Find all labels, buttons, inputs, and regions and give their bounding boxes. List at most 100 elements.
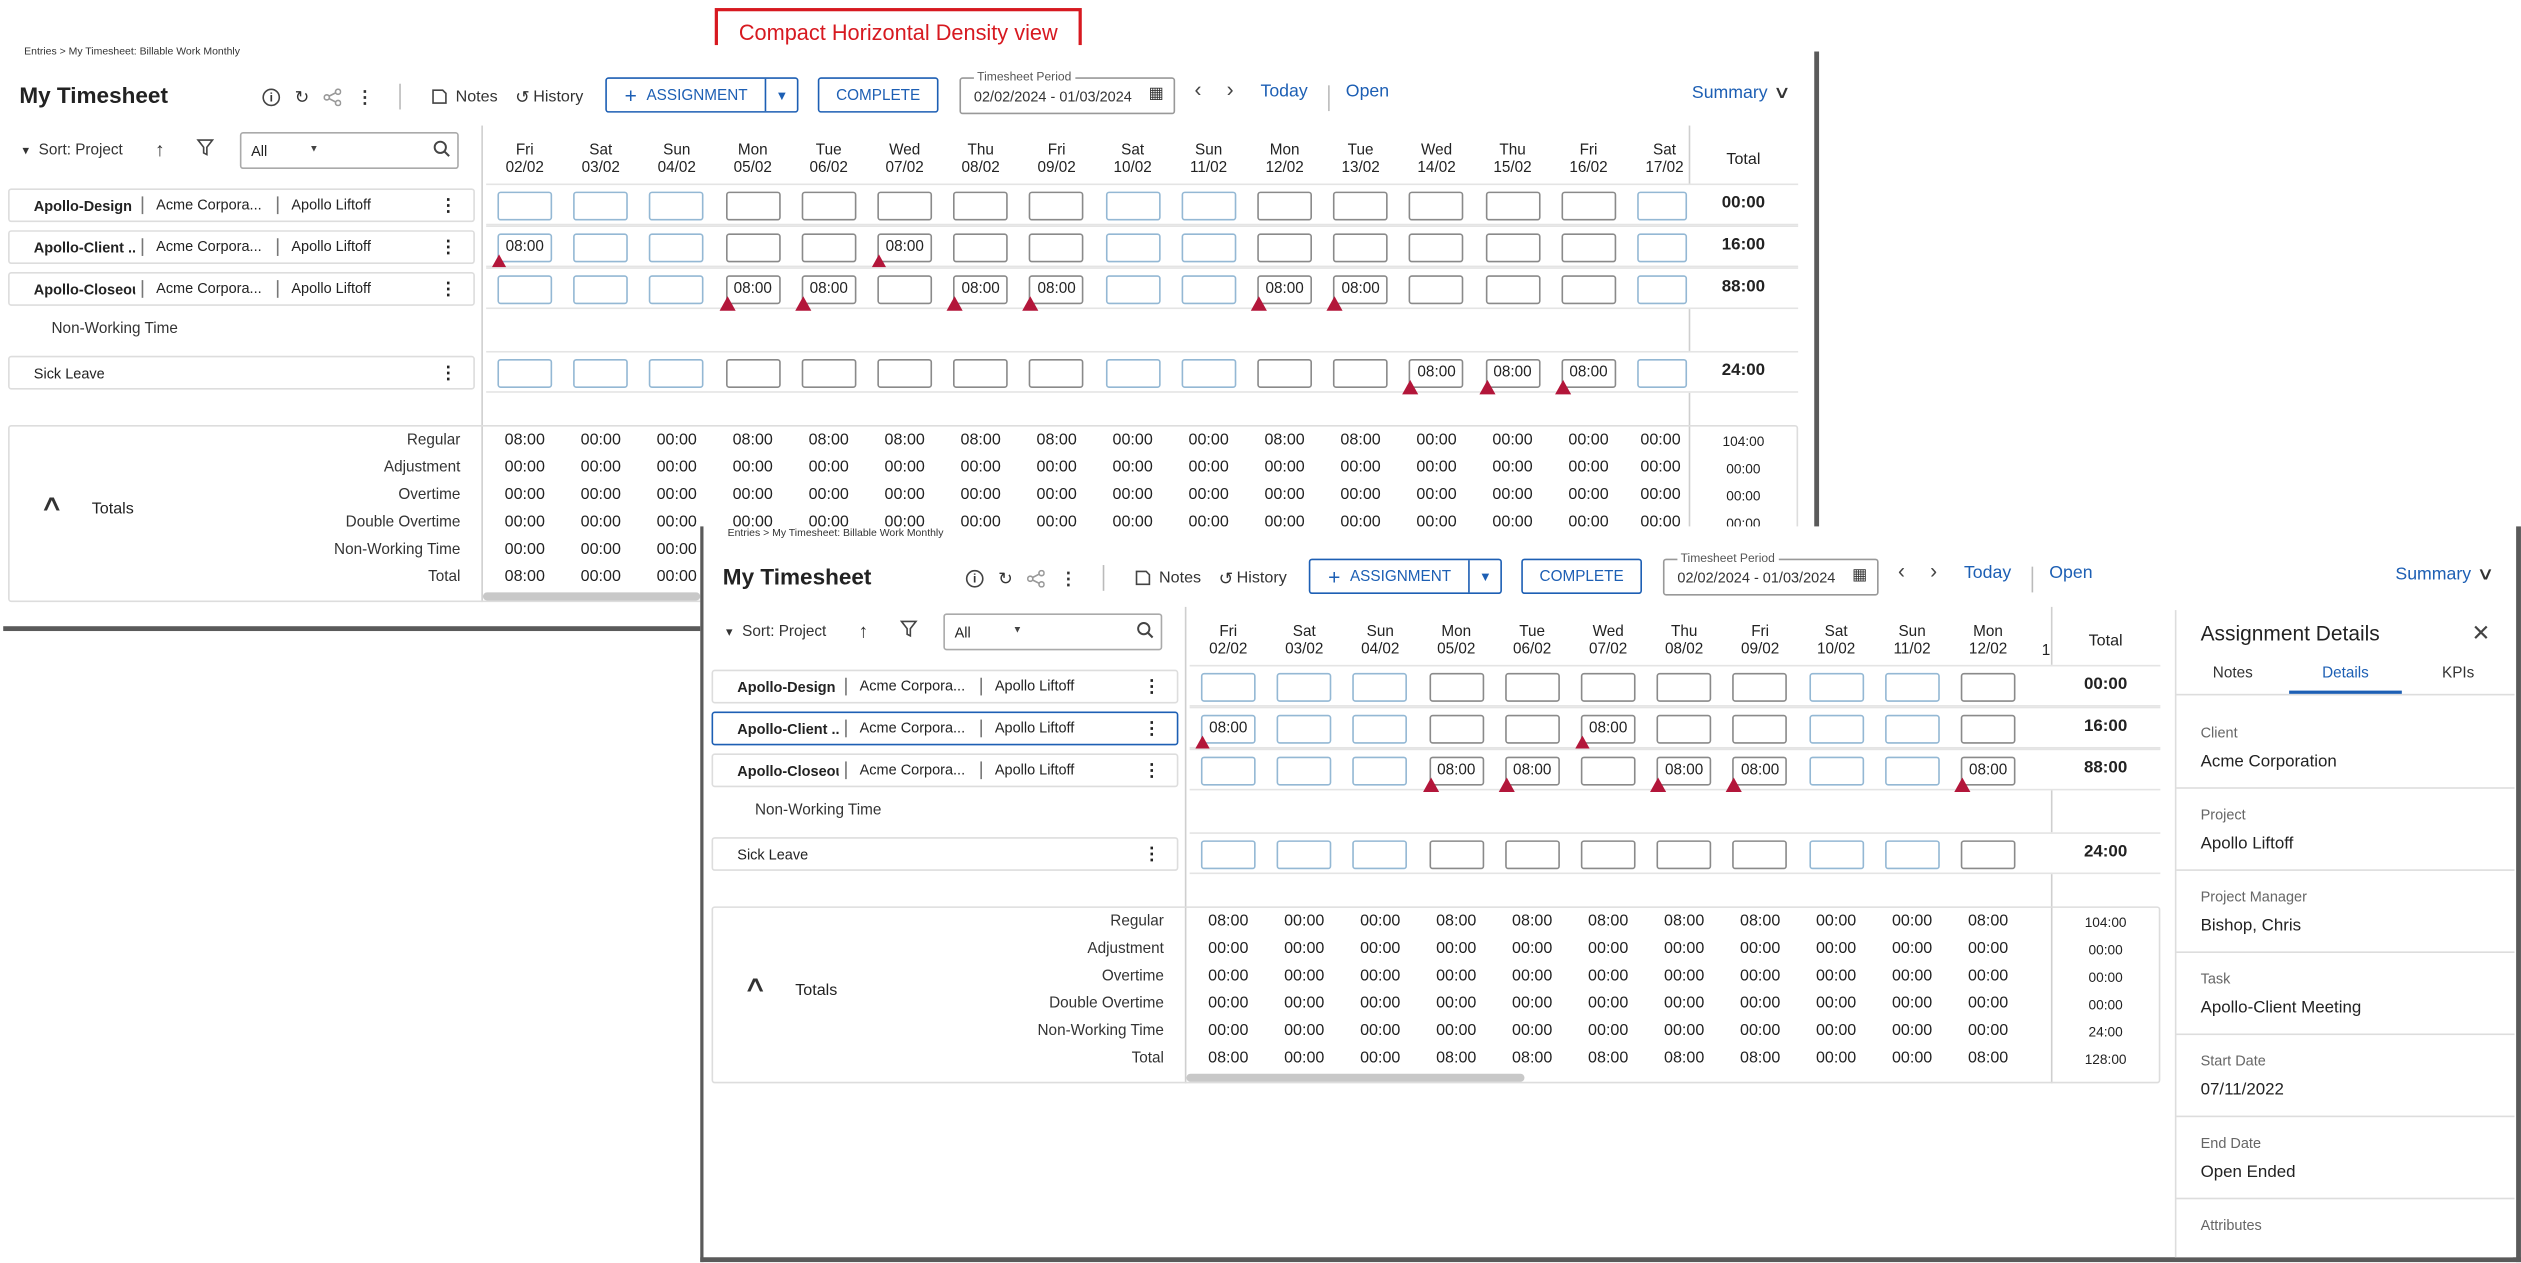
tab-kpis[interactable]: KPIs (2402, 655, 2515, 694)
time-entry-input[interactable]: 08:00 (1402, 358, 1464, 395)
time-entry-input[interactable]: 08:00 (1650, 756, 1712, 793)
assignment-row[interactable]: Apollo-Client ... Acme Corpora... Apollo L… (8, 230, 475, 265)
complete-button[interactable]: COMPLETE (1521, 558, 1642, 595)
time-entry-input[interactable] (1637, 191, 1688, 221)
time-entry-input[interactable] (1352, 672, 1408, 702)
time-entry-input[interactable] (1884, 672, 1940, 702)
info-icon[interactable]: i (965, 569, 984, 587)
time-entry-input[interactable]: 08:00 (1574, 714, 1636, 751)
time-entry-input[interactable] (649, 275, 705, 305)
time-entry-input[interactable] (1352, 714, 1408, 744)
history-button[interactable]: ↺ History (515, 79, 583, 114)
row-menu-icon[interactable]: ⋮ (1143, 845, 1161, 864)
time-entry-input[interactable]: 08:00 (1194, 714, 1256, 751)
sort-control[interactable]: ▾ Sort: Project ↑ (23, 138, 215, 161)
time-entry-input[interactable] (1181, 275, 1236, 305)
row-menu-icon[interactable]: ⋮ (1143, 761, 1161, 780)
time-entry-input[interactable] (1808, 672, 1864, 702)
assignment-row[interactable]: Apollo-Closeout Acme Corpora... Apollo Lif… (8, 272, 475, 306)
today-link[interactable]: Today (1260, 82, 1307, 101)
horizontal-scrollbar[interactable] (1186, 1073, 1525, 1082)
assignment-main[interactable]: + ASSIGNMENT (1310, 560, 1471, 593)
row-menu-icon[interactable]: ⋮ (439, 364, 457, 383)
assignment-row[interactable]: Apollo-Client ... Acme Corpora... Apollo L… (711, 711, 1179, 746)
time-entry-input[interactable] (1580, 840, 1636, 870)
time-entry-input[interactable]: 08:00 (794, 275, 857, 311)
time-entry-input[interactable] (1200, 756, 1256, 786)
time-entry-input[interactable] (1808, 756, 1864, 786)
assignment-main[interactable]: + ASSIGNMENT (607, 78, 767, 112)
calendar-icon[interactable]: ▦ (1852, 567, 1867, 585)
time-entry-input[interactable] (1960, 840, 2016, 870)
tab-notes[interactable]: Notes (2176, 655, 2289, 694)
open-status-link[interactable]: Open (2049, 563, 2092, 582)
time-entry-input[interactable] (1105, 358, 1161, 388)
time-entry-input[interactable]: 08:00 (946, 275, 1009, 311)
notes-button[interactable]: Notes (431, 79, 498, 114)
sort-dropdown-icon[interactable]: ▾ (23, 142, 29, 156)
time-entry-input[interactable] (1637, 233, 1688, 263)
time-entry-input[interactable]: 08:00 (1326, 275, 1388, 311)
time-entry-input[interactable] (1200, 840, 1256, 870)
time-entry-input[interactable] (1732, 714, 1788, 744)
time-entry-input[interactable] (1409, 191, 1464, 221)
time-entry-input[interactable] (1105, 233, 1161, 263)
refresh-icon[interactable]: ↻ (295, 86, 310, 107)
search-icon[interactable] (433, 140, 451, 163)
collapse-totals-icon[interactable]: ∧ (743, 971, 768, 998)
info-icon[interactable]: i (262, 87, 281, 106)
assignment-row[interactable]: Apollo-Closeout Acme Corpora... Apollo Lif… (711, 753, 1179, 788)
time-entry-input[interactable] (1808, 714, 1864, 744)
time-entry-input[interactable] (1561, 233, 1616, 263)
assignment-dropdown[interactable]: ▼ (1470, 560, 1500, 592)
assignment-dropdown[interactable]: ▼ (767, 79, 797, 111)
time-entry-input[interactable] (1485, 191, 1540, 221)
time-entry-input[interactable] (953, 191, 1009, 221)
previous-period-icon[interactable]: ‹ (1194, 77, 1201, 101)
time-entry-input[interactable] (725, 191, 781, 221)
add-assignment-button[interactable]: + ASSIGNMENT ▼ (605, 77, 799, 113)
row-menu-icon[interactable]: ⋮ (439, 196, 457, 215)
time-entry-input[interactable] (1808, 840, 1864, 870)
more-options-icon[interactable]: ⋮ (356, 86, 374, 107)
time-entry-input[interactable]: 08:00 (718, 275, 781, 311)
time-entry-input[interactable] (877, 358, 933, 388)
time-entry-input[interactable] (1884, 840, 1940, 870)
time-entry-input[interactable] (497, 191, 553, 221)
time-entry-input[interactable] (1105, 191, 1161, 221)
refresh-icon[interactable]: ↻ (998, 567, 1013, 588)
time-entry-input[interactable] (1352, 756, 1408, 786)
filter-icon[interactable] (196, 138, 215, 161)
time-entry-input[interactable] (1580, 672, 1636, 702)
time-entry-input[interactable] (573, 233, 629, 263)
timesheet-period-field[interactable]: Timesheet Period 02/02/2024 - 01/03/2024 ▦ (959, 69, 1176, 115)
time-entry-input[interactable]: 08:00 (490, 233, 553, 269)
history-button[interactable]: ↺ History (1219, 560, 1287, 595)
time-entry-input[interactable] (1181, 233, 1236, 263)
search-icon[interactable] (1137, 621, 1155, 644)
sort-ascending-icon[interactable]: ↑ (155, 138, 165, 161)
filter-select[interactable]: All ▼ (943, 613, 1163, 651)
time-entry-input[interactable] (877, 191, 933, 221)
close-icon[interactable]: ✕ (2471, 620, 2490, 647)
tab-details[interactable]: Details (2289, 655, 2402, 694)
today-link[interactable]: Today (1964, 563, 2011, 582)
time-entry-input[interactable] (649, 358, 705, 388)
time-entry-input[interactable] (1732, 840, 1788, 870)
time-entry-input[interactable]: 08:00 (870, 233, 933, 269)
time-entry-input[interactable] (573, 358, 629, 388)
assignment-row[interactable]: Sick Leave ⋮ (8, 355, 475, 390)
complete-button[interactable]: COMPLETE (817, 77, 939, 113)
calendar-icon[interactable]: ▦ (1149, 85, 1164, 103)
row-menu-icon[interactable]: ⋮ (1143, 678, 1161, 697)
time-entry-input[interactable] (1029, 233, 1085, 263)
sort-dropdown-icon[interactable]: ▾ (726, 624, 732, 638)
time-entry-input[interactable]: 08:00 (1422, 756, 1484, 793)
time-entry-input[interactable] (1181, 191, 1236, 221)
collapse-totals-icon[interactable]: ∧ (39, 489, 64, 516)
time-entry-input[interactable]: 08:00 (1554, 358, 1616, 395)
time-entry-input[interactable] (877, 275, 933, 305)
more-options-icon[interactable]: ⋮ (1060, 567, 1078, 588)
time-entry-input[interactable] (1181, 358, 1236, 388)
time-entry-input[interactable] (1409, 275, 1464, 305)
